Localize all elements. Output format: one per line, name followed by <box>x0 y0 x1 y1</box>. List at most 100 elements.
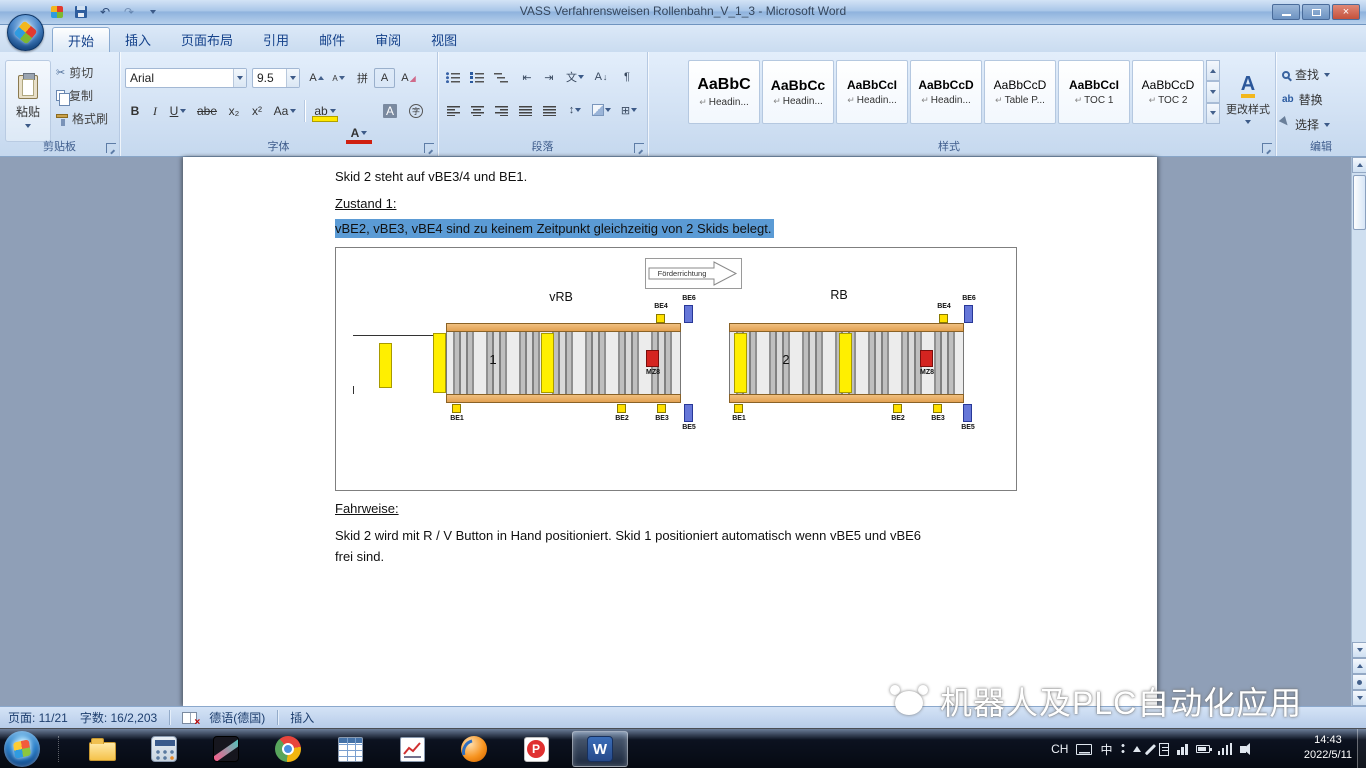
keyboard-icon[interactable] <box>1076 743 1093 755</box>
change-styles-button[interactable]: A 更改样式 <box>1220 60 1276 138</box>
dialog-launcher-icon[interactable] <box>106 143 116 153</box>
show-paragraph-marks-button[interactable]: ¶ <box>616 67 638 87</box>
minimize-button[interactable] <box>1272 4 1300 20</box>
spellcheck-icon[interactable]: × <box>182 711 200 728</box>
taskbar-item-calculator[interactable] <box>136 731 192 767</box>
tab-view[interactable]: 视图 <box>416 27 472 52</box>
align-center-button[interactable] <box>466 100 488 120</box>
find-button[interactable]: 查找 <box>1282 64 1331 85</box>
tab-references[interactable]: 引用 <box>248 27 304 52</box>
style-table-paragraph[interactable]: AaBbCcD ↵ Table P... <box>984 60 1056 124</box>
shading-button[interactable] <box>590 100 612 120</box>
network-icon[interactable] <box>1217 743 1232 755</box>
style-heading2[interactable]: AaBbCc ↵ Headin... <box>762 60 834 124</box>
chart-tray-icon[interactable] <box>1177 743 1188 755</box>
doc-text-zustand[interactable]: Zustand 1: <box>335 196 396 211</box>
gallery-down-button[interactable] <box>1206 81 1220 103</box>
style-heading1[interactable]: AaBbC ↵ Headin... <box>688 60 760 124</box>
language-indicator[interactable]: 德语(德国) <box>209 709 265 726</box>
insert-mode-indicator[interactable]: 插入 <box>290 709 314 726</box>
style-heading3[interactable]: AaBbCcI ↵ Headin... <box>836 60 908 124</box>
start-button[interactable] <box>4 731 40 767</box>
clear-formatting-button[interactable]: A ◢ <box>398 68 419 88</box>
previous-page-button[interactable] <box>1352 658 1366 674</box>
subscript-button[interactable]: x₂ <box>223 100 245 122</box>
character-shading-button[interactable]: A <box>378 100 402 122</box>
dialog-launcher-icon[interactable] <box>634 143 644 153</box>
tab-review[interactable]: 审阅 <box>360 27 416 52</box>
italic-button[interactable]: I <box>146 100 164 122</box>
borders-button[interactable]: ⊞ <box>618 100 640 120</box>
doc-text-fahrweise[interactable]: Fahrweise: <box>335 501 399 516</box>
doc-text-line[interactable]: Skid 2 steht auf vBE3/4 und BE1. <box>335 169 527 184</box>
shrink-font-button[interactable]: A <box>328 68 349 88</box>
align-left-button[interactable] <box>442 100 464 120</box>
pinyin-guide-button[interactable]: 拼 <box>352 68 373 88</box>
document-tray-icon[interactable] <box>1159 742 1169 756</box>
replace-button[interactable]: ab 替换 <box>1282 89 1323 110</box>
battery-icon[interactable] <box>1195 745 1212 753</box>
bullets-button[interactable] <box>442 67 464 87</box>
doc-text-highlighted[interactable]: vBE2, vBE3, vBE4 sind zu keinem Zeitpunk… <box>335 219 775 238</box>
style-heading4[interactable]: AaBbCcD ↵ Headin... <box>910 60 982 124</box>
maximize-button[interactable] <box>1302 4 1330 20</box>
pen-icon[interactable] <box>1144 743 1156 755</box>
tab-insert[interactable]: 插入 <box>110 27 166 52</box>
change-case-button[interactable]: Aa <box>270 100 300 122</box>
tray-ime-zh[interactable]: 中 <box>1100 741 1112 758</box>
bold-button[interactable]: B <box>125 100 145 122</box>
taskbar-item-spreadsheet-app[interactable] <box>322 731 378 767</box>
office-button[interactable] <box>7 14 44 51</box>
taskbar-item-design-tool[interactable] <box>198 731 254 767</box>
select-button[interactable]: 选择 <box>1278 114 1331 135</box>
numbering-button[interactable] <box>466 67 488 87</box>
grow-font-button[interactable]: A <box>306 68 327 88</box>
align-right-button[interactable] <box>490 100 512 120</box>
taskbar-item-chrome[interactable] <box>260 731 316 767</box>
conveyor-diagram[interactable]: Förderrichtung vRB RB 1 2 MZ8 MZ8 BE4 BE… <box>335 247 1017 491</box>
tab-home[interactable]: 开始 <box>52 27 111 52</box>
asian-layout-button[interactable]: 文 <box>564 67 586 87</box>
tray-clock[interactable]: 14:43 2022/5/11 <box>1304 733 1352 763</box>
select-browse-object-button[interactable] <box>1352 674 1366 690</box>
tab-page-layout[interactable]: 页面布局 <box>166 27 248 52</box>
scrollbar-thumb[interactable] <box>1353 175 1366 230</box>
font-name-select[interactable]: Arial <box>125 68 247 88</box>
underline-button[interactable]: U <box>165 100 191 122</box>
hidden-icons-arrow[interactable] <box>1132 746 1141 752</box>
taskbar-item-browser-orange[interactable] <box>446 731 502 767</box>
justify-button[interactable] <box>514 100 536 120</box>
sort-button[interactable]: A ↓ <box>590 67 612 87</box>
multilevel-list-button[interactable] <box>490 67 512 87</box>
enclose-character-button[interactable]: 字 <box>404 100 428 122</box>
document-page[interactable]: Skid 2 steht auf vBE3/4 und BE1. Zustand… <box>183 157 1157 706</box>
cut-button[interactable]: ✂ 剪切 <box>54 62 116 83</box>
distribute-button[interactable] <box>538 100 560 120</box>
close-button[interactable]: × <box>1332 4 1360 20</box>
taskbar-item-p-app[interactable]: P <box>508 731 564 767</box>
doc-text-paragraph[interactable]: frei sind. <box>335 549 384 564</box>
taskbar-item-word[interactable]: W <box>572 731 628 767</box>
tray-lang-ch[interactable]: CH <box>1051 742 1068 756</box>
page-indicator[interactable]: 页面: 11/21 <box>8 709 68 726</box>
gallery-up-button[interactable] <box>1206 60 1220 82</box>
superscript-button[interactable]: x² <box>246 100 268 122</box>
character-border-button[interactable]: A <box>374 68 395 88</box>
style-toc2[interactable]: AaBbCcD ↵ TOC 2 <box>1132 60 1204 124</box>
line-spacing-button[interactable]: ↕ <box>564 100 586 120</box>
font-size-select[interactable]: 9.5 <box>252 68 300 88</box>
taskbar-item-explorer[interactable] <box>74 731 130 767</box>
style-toc1[interactable]: AaBbCcI ↵ TOC 1 <box>1058 60 1130 124</box>
scroll-up-button[interactable] <box>1352 157 1366 173</box>
vertical-scrollbar[interactable] <box>1351 157 1366 706</box>
format-painter-button[interactable]: 格式刷 <box>54 108 116 129</box>
show-desktop-button[interactable] <box>1357 729 1366 768</box>
dialog-launcher-icon[interactable] <box>424 143 434 153</box>
volume-icon[interactable] <box>1240 742 1250 755</box>
dialog-launcher-icon[interactable] <box>1262 143 1272 153</box>
decrease-indent-button[interactable]: ⇤ <box>516 67 538 87</box>
word-count[interactable]: 字数: 16/2,203 <box>80 709 157 726</box>
highlight-color-button[interactable]: ab <box>310 100 340 122</box>
next-page-button[interactable] <box>1352 690 1366 706</box>
tab-mailings[interactable]: 邮件 <box>304 27 360 52</box>
